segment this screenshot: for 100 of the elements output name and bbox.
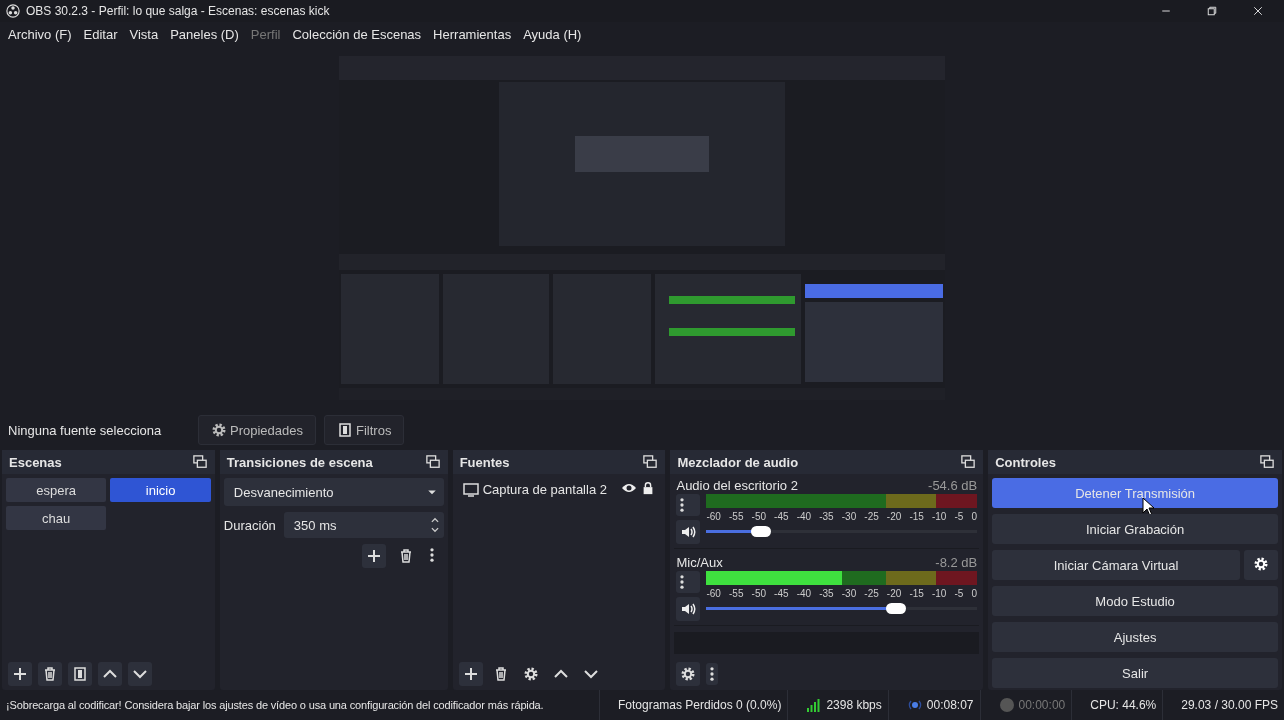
control-button[interactable]: Ajustes [992,622,1278,652]
move-down-button[interactable] [128,662,152,686]
scale-label: -20 [886,511,902,522]
filters-button[interactable]: Filtros [324,415,405,445]
plus-icon [12,666,28,682]
spin-up-icon [429,515,440,525]
mute-button[interactable] [676,597,701,621]
scale-label: 0 [971,588,978,599]
mute-button[interactable] [676,520,701,544]
source-item[interactable]: Captura de pantalla 2 [456,478,662,501]
scale-label: -50 [751,511,766,522]
scale-label: -55 [729,511,744,522]
plus-icon [462,666,479,682]
level-reading: -8.2 dB [935,555,978,570]
menu-item[interactable]: Editar [77,26,124,42]
scale-label: -45 [774,511,789,522]
add-button[interactable] [458,662,483,686]
float-icon [1260,455,1274,469]
properties-button[interactable]: Propiedades [198,415,316,445]
gear-icon [680,666,697,682]
stream-time: 00:08:07 [926,698,974,712]
scale-label: -40 [796,511,812,522]
filter-icon [337,422,353,438]
float-icon [961,455,976,469]
transition-dropdown[interactable]: Desvanecimiento [223,478,444,506]
menu-item[interactable]: Herramientas [427,26,518,42]
level-reading: -54.6 dB [928,478,978,493]
scale-label: -60 [706,588,721,599]
fps-reading: 29.03 / 30.00 FPS [1180,698,1279,712]
speaker-icon [680,524,697,540]
more-icon [680,498,685,512]
cpu-usage: CPU: 44.6% [1089,698,1158,712]
remove-button[interactable] [38,662,62,686]
scale-label: -35 [819,588,834,599]
dock-title: Transiciones de escena [226,454,373,470]
scale-label: -15 [909,511,924,522]
volume-slider[interactable] [706,525,978,537]
more-button[interactable] [706,663,719,685]
spin-down-icon [429,525,440,535]
scale-label: -45 [774,588,789,599]
control-button[interactable]: Modo Estudio [992,586,1278,616]
scale-label: -50 [751,588,766,599]
trash-icon [42,666,58,682]
duration-label: Duración [223,517,276,533]
float-icon [643,455,658,469]
source-status: Ninguna fuente selecciona [8,422,163,438]
channel-menu-button[interactable] [676,494,701,516]
channel-name: Audio del escritorio 2 [676,478,798,493]
scale-label: -10 [931,511,947,522]
scale-label: -5 [954,511,964,522]
control-button[interactable]: Detener Transmisión [992,478,1278,508]
filter-icon [72,666,88,682]
scale-label: -35 [819,511,834,522]
dock-title: Controles [995,454,1056,470]
dropped-frames: Fotogramas Perdidos 0 (0.0%) [612,698,788,712]
gear-icon [522,666,539,682]
menu-item[interactable]: Colección de Escenas [286,26,428,42]
menu-item[interactable]: Ayuda (H) [517,26,588,42]
scale-label: -5 [954,588,964,599]
menu-item[interactable]: Archivo (F) [2,26,78,42]
scale-label: -55 [729,588,744,599]
scale-label: 0 [971,511,978,522]
channel-menu-button[interactable] [676,571,701,593]
scene-item[interactable]: espera [6,478,107,502]
dock-title: Escenas [9,454,62,470]
control-button[interactable]: Iniciar Cámara Virtual [992,550,1240,580]
control-button[interactable]: Iniciar Grabación [992,514,1278,544]
obs-logo-icon [6,4,20,18]
bitrate: 2398 kbps [826,698,882,712]
more-icon [429,548,434,562]
gear-icon [1253,555,1269,572]
restore-icon [1206,5,1218,17]
scale-label: -60 [706,511,721,522]
move-up-button[interactable] [98,662,122,686]
dock-title: Fuentes [459,454,510,470]
control-button[interactable]: Salir [992,658,1278,688]
scale-label: -40 [796,588,812,599]
plus-icon [365,548,382,564]
scale-label: -30 [841,511,857,522]
advanced-audio-button[interactable] [676,662,701,686]
gear-icon [211,422,227,438]
scene-item[interactable]: chau [6,506,107,530]
add-button[interactable] [361,544,386,568]
volume-slider[interactable] [706,602,978,614]
scale-label: -30 [841,588,857,599]
scale-label: -20 [886,588,902,599]
menu-item[interactable]: Vista [123,26,165,42]
monitor-icon [462,481,479,498]
scale-label: -15 [909,588,924,599]
duration-field[interactable]: 350 ms [283,512,444,538]
add-button[interactable] [8,662,32,686]
scene-item[interactable]: inicio [110,478,211,502]
filters-button[interactable] [68,662,92,686]
float-icon [192,455,207,469]
virtual-camera-settings-button[interactable] [1244,550,1278,580]
scale-label: -25 [864,588,879,599]
menu-item[interactable]: Paneles (D) [164,26,245,42]
speaker-icon [680,601,697,617]
source-name: Captura de pantalla 2 [482,482,608,497]
float-icon [425,455,440,469]
